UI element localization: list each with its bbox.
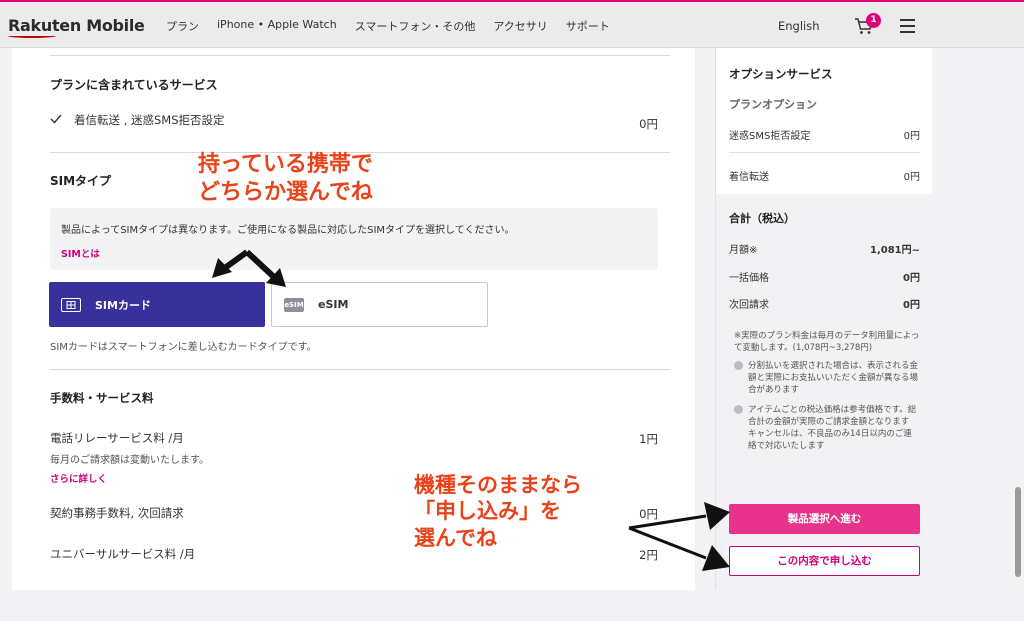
- price-reference-note-text: アイテムごとの税込価格は参考価格です。総合計の金額が実際のご請求金額となります: [748, 405, 917, 427]
- order-summary-sidebar: オプションサービス プランオプション 迷惑SMS拒否設定 0円 着信転送 0円 …: [715, 48, 933, 590]
- divider: [729, 152, 920, 153]
- apply-annotation-line: 選んでね: [414, 525, 497, 550]
- option-services-heading: オプションサービス: [729, 67, 833, 81]
- esim-option-button[interactable]: eSIM eSIM: [271, 282, 488, 327]
- cart-count-badge: 1: [866, 13, 881, 28]
- what-is-sim-link[interactable]: SIMとは: [61, 246, 100, 260]
- total-heading: 合計（税込）: [729, 212, 795, 225]
- universal-service-price: 2円: [639, 548, 658, 562]
- sim-type-heading: SIMタイプ: [50, 174, 112, 188]
- nav-support[interactable]: サポート: [566, 18, 610, 34]
- sim-card-option-button[interactable]: SIMカード: [49, 282, 265, 327]
- contract-fee-label: 契約事務手数料, 次回請求: [50, 506, 184, 520]
- nav-iphone-apple-watch[interactable]: iPhone • Apple Watch: [217, 18, 337, 34]
- check-icon: [50, 114, 62, 124]
- price-note: ※実際のプラン料金は毎月のデータ利用量によって変動します。(1,078円~3,2…: [734, 331, 920, 353]
- total-value: 1,081円~: [869, 245, 920, 256]
- scrollbar-thumb[interactable]: [1015, 487, 1021, 577]
- total-row: 一括価格 0円: [729, 269, 920, 284]
- total-label: 次回請求: [729, 300, 769, 311]
- total-label: 一括価格: [729, 273, 769, 284]
- apply-with-this-content-button[interactable]: この内容で申し込む: [729, 546, 920, 576]
- included-service-item: 着信転送 , 迷惑SMS拒否設定: [74, 113, 225, 127]
- fees-heading: 手数料・サービス料: [50, 391, 154, 405]
- universal-service-label: ユニバーサルサービス料 /月: [50, 547, 196, 561]
- top-navigation-bar: Rakuten Mobile プラン iPhone • Apple Watch …: [0, 0, 1024, 48]
- option-price: 0円: [903, 131, 920, 142]
- info-icon: [734, 405, 743, 414]
- cancel-note-text: キャンセルは、不良品のみ14日以内のご連絡で対応いたします: [748, 429, 912, 451]
- sim-annotation-line: 持っている携帯で: [198, 152, 373, 177]
- nav-smartphone-other[interactable]: スマートフォン・その他: [355, 18, 476, 34]
- apply-annotation-line: 機種そのままなら: [414, 473, 582, 497]
- language-switch-link[interactable]: English: [778, 19, 820, 33]
- proceed-to-product-selection-button[interactable]: 製品選択へ進む: [729, 504, 920, 534]
- relay-service-price: 1円: [639, 432, 658, 446]
- option-price: 0円: [903, 172, 920, 183]
- sim-annotation-line: どちらか選んでね: [198, 179, 373, 205]
- nav-accessories[interactable]: アクセサリ: [493, 18, 547, 34]
- divider: [50, 55, 670, 56]
- installment-note-text: 分割払いを選択された場合は、表示される金額と実際にお支払いいただく金額が異なる場…: [748, 361, 919, 395]
- included-services-heading: プランに含まれているサービス: [50, 78, 218, 92]
- hamburger-menu-icon[interactable]: [900, 19, 915, 33]
- nav-plan[interactable]: プラン: [166, 18, 199, 34]
- sim-caption: SIMカードはスマートフォンに差し込むカードタイプです。: [50, 342, 317, 353]
- option-label: 着信転送: [729, 172, 769, 183]
- logo-text: Rakuten Mobile: [8, 16, 145, 35]
- rakuten-mobile-logo[interactable]: Rakuten Mobile: [8, 16, 145, 38]
- apply-annotation: 機種そのままなら 「申し込み」を 選んでね: [414, 472, 582, 551]
- sim-annotation: 持っている携帯で どちらか選んでね: [198, 151, 373, 206]
- logo-swoosh: [8, 34, 56, 38]
- main-panel: プランに含まれているサービス 着信転送 , 迷惑SMS拒否設定 0円 SIMタイ…: [12, 48, 695, 590]
- plan-option-heading: プランオプション: [729, 98, 817, 111]
- main-nav: プラン iPhone • Apple Watch スマートフォン・その他 アクセ…: [166, 18, 610, 34]
- included-service-price: 0円: [639, 117, 658, 131]
- installment-note: 分割払いを選択された場合は、表示される金額と実際にお支払いいただく金額が異なる場…: [734, 360, 920, 396]
- total-row: 月額※ 1,081円~: [729, 241, 920, 256]
- esim-option-label: eSIM: [318, 298, 349, 311]
- more-details-link[interactable]: さらに詳しく: [50, 471, 107, 485]
- total-label: 月額※: [729, 245, 758, 256]
- total-value: 0円: [903, 273, 920, 284]
- total-row: 次回請求 0円: [729, 296, 920, 311]
- apply-annotation-line: 「申し込み」を: [414, 499, 561, 524]
- relay-service-label: 電話リレーサービス料 /月: [50, 431, 184, 445]
- total-value: 0円: [903, 300, 920, 311]
- sim-card-icon: [61, 297, 81, 312]
- total-section: 合計（税込） 月額※ 1,081円~ 一括価格 0円 次回請求 0円 ※実際のプ…: [716, 194, 933, 590]
- relay-service-note: 毎月のご請求額は変動いたします。: [50, 455, 209, 466]
- option-row: 迷惑SMS拒否設定 0円: [729, 127, 920, 142]
- info-icon: [734, 361, 743, 370]
- contract-fee-price: 0円: [639, 507, 658, 521]
- option-row: 着信転送 0円: [729, 168, 920, 183]
- sim-card-option-label: SIMカード: [95, 298, 151, 312]
- sim-info-box: 製品によってSIMタイプは異なります。ご使用になる製品に対応したSIMタイプを選…: [50, 208, 658, 270]
- price-reference-note: アイテムごとの税込価格は参考価格です。総合計の金額が実際のご請求金額となります …: [734, 404, 920, 452]
- sim-info-text: 製品によってSIMタイプは異なります。ご使用になる製品に対応したSIMタイプを選…: [61, 225, 515, 236]
- esim-icon: eSIM: [284, 297, 304, 312]
- divider: [50, 369, 670, 370]
- option-label: 迷惑SMS拒否設定: [729, 131, 811, 142]
